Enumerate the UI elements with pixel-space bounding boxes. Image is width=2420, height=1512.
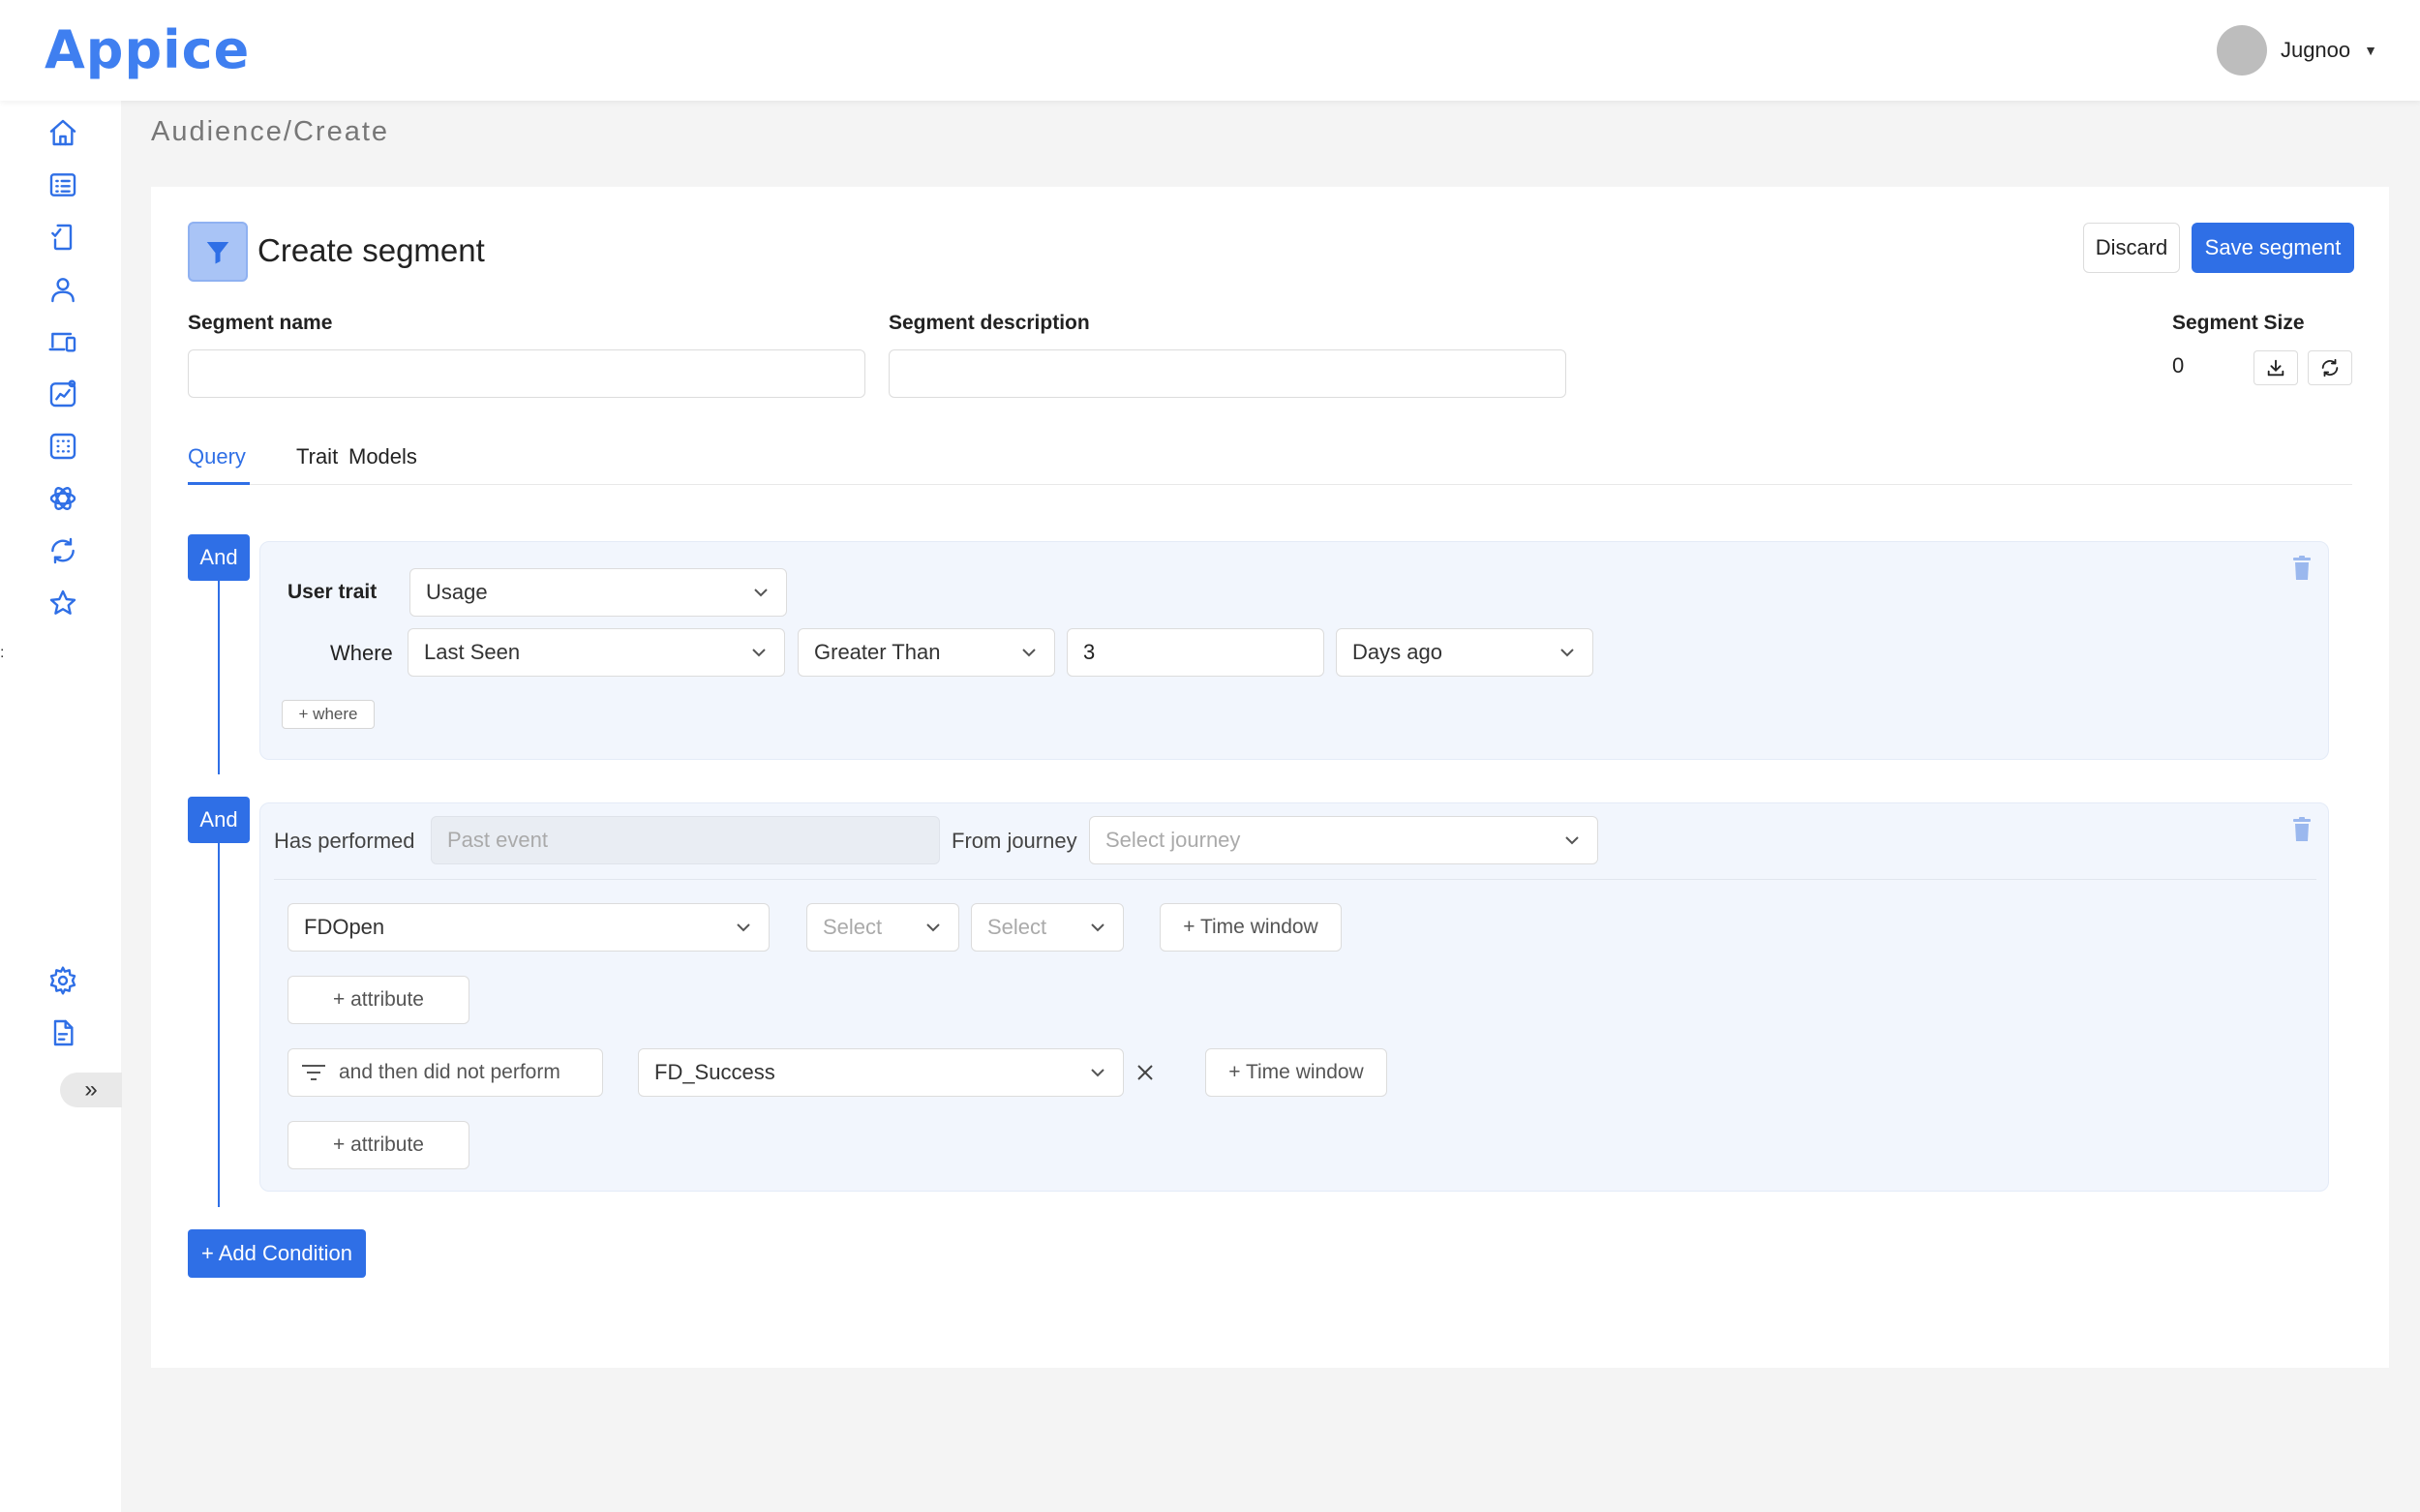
home-icon[interactable] <box>46 116 79 149</box>
event-select[interactable]: FDOpen <box>287 903 770 952</box>
where-operator-value: Greater Than <box>814 640 941 664</box>
add-condition-button[interactable]: + Add Condition <box>188 1229 366 1278</box>
tab-query[interactable]: Query <box>188 444 250 485</box>
chevron-down-icon <box>751 583 771 602</box>
chevron-down-icon <box>1562 831 1582 850</box>
breadcrumb: Audience/Create <box>151 116 390 147</box>
chevron-down-icon <box>923 918 943 937</box>
then-add-attribute-button[interactable]: + attribute <box>287 1121 469 1169</box>
user-trait-value: Usage <box>426 580 488 604</box>
filter-lines-icon <box>300 1062 327 1083</box>
segment-name-label: Segment name <box>188 312 333 334</box>
download-button[interactable] <box>2254 350 2298 385</box>
user-name[interactable]: Jugnoo <box>2281 38 2350 63</box>
star-icon[interactable] <box>46 587 79 620</box>
grid-icon[interactable] <box>46 430 79 463</box>
chevron-down-icon <box>1019 643 1039 662</box>
from-journey-label: From journey <box>952 829 1077 853</box>
then-did-not-perform-button[interactable]: and then did not perform <box>287 1048 603 1097</box>
then-event-select[interactable]: FD_Success <box>638 1048 1124 1097</box>
analytics-icon[interactable] <box>46 378 79 410</box>
user-trait-condition: User trait Usage Where Last Seen Greater… <box>259 541 2329 760</box>
sidebar: » : <box>0 101 122 1512</box>
add-where-button[interactable]: + where <box>282 700 375 729</box>
segment-description-input[interactable] <box>889 349 1566 398</box>
list-icon[interactable] <box>46 168 79 201</box>
journey-placeholder: Select journey <box>1105 828 1241 852</box>
then-did-not-perform-label: and then did not perform <box>339 1061 560 1083</box>
then-time-window-button[interactable]: + Time window <box>1205 1048 1387 1097</box>
where-label: Where <box>330 641 393 665</box>
event-condition: Has performed Past event From journey Se… <box>259 802 2329 1192</box>
sync-icon[interactable] <box>46 534 79 567</box>
has-performed-label: Has performed <box>274 829 415 853</box>
where-value: 3 <box>1083 640 1096 664</box>
chevron-down-icon <box>749 643 769 662</box>
where-unit-select[interactable]: Days ago <box>1336 628 1593 677</box>
tab-models[interactable]: Models <box>348 444 417 485</box>
chevron-down-icon <box>734 918 753 937</box>
gear-icon[interactable] <box>46 964 79 997</box>
close-icon[interactable] <box>1134 1061 1157 1084</box>
segment-description-label: Segment description <box>889 312 1090 334</box>
past-event-placeholder: Past event <box>447 828 548 852</box>
where-operator-select[interactable]: Greater Than <box>798 628 1055 677</box>
where-field-select[interactable]: Last Seen <box>408 628 785 677</box>
save-segment-button[interactable]: Save segment <box>2192 223 2354 273</box>
where-value-input[interactable]: 3 <box>1067 628 1324 677</box>
segment-size-label: Segment Size <box>2172 312 2305 334</box>
chevron-down-icon <box>1088 1063 1107 1082</box>
event-select-1[interactable]: Select <box>806 903 959 952</box>
and-operator-button[interactable]: And <box>188 797 250 843</box>
segment-name-input[interactable] <box>188 349 865 398</box>
event-select-2[interactable]: Select <box>971 903 1124 952</box>
segment-size-value: 0 <box>2172 353 2185 378</box>
divider <box>274 879 2316 880</box>
journey-select[interactable]: Select journey <box>1089 816 1598 864</box>
user-icon[interactable] <box>46 273 79 306</box>
where-unit-value: Days ago <box>1352 640 1442 664</box>
discard-button[interactable]: Discard <box>2083 223 2180 273</box>
add-attribute-button[interactable]: + attribute <box>287 976 469 1024</box>
user-trait-select[interactable]: Usage <box>409 568 787 617</box>
top-bar: Appice Jugnoo ▼ <box>0 0 2420 101</box>
select-1-placeholder: Select <box>823 915 883 939</box>
trash-icon[interactable] <box>2291 556 2313 581</box>
mobile-check-icon[interactable] <box>46 221 79 254</box>
where-field-value: Last Seen <box>424 640 521 664</box>
user-menu[interactable]: Jugnoo ▼ <box>2216 25 2377 76</box>
trash-icon[interactable] <box>2291 817 2313 842</box>
select-2-placeholder: Select <box>987 915 1047 939</box>
caret-down-icon[interactable]: ▼ <box>2364 43 2377 58</box>
then-event-value: FD_Success <box>654 1060 775 1084</box>
filter-icon <box>188 222 248 282</box>
condition-connector <box>218 843 220 1207</box>
app-logo[interactable]: Appice <box>45 19 250 80</box>
user-trait-label: User trait <box>287 581 378 603</box>
event-value: FDOpen <box>304 915 385 939</box>
condition-connector <box>218 581 220 774</box>
past-event-field: Past event <box>431 816 940 864</box>
tab-trait[interactable]: Trait <box>296 444 338 485</box>
tab-bar: Query Trait Models <box>188 444 2352 485</box>
atom-icon[interactable] <box>46 482 79 515</box>
document-icon[interactable] <box>46 1016 79 1049</box>
segment-card: Create segment Discard Save segment Segm… <box>151 187 2389 1368</box>
refresh-button[interactable] <box>2308 350 2352 385</box>
download-icon <box>2267 359 2284 377</box>
chevron-down-icon <box>1558 643 1577 662</box>
and-operator-button[interactable]: And <box>188 534 250 581</box>
page-title: Create segment <box>257 232 485 268</box>
chevron-down-icon <box>1088 918 1107 937</box>
time-window-button[interactable]: + Time window <box>1160 903 1342 952</box>
refresh-icon <box>2321 358 2339 378</box>
avatar[interactable] <box>2216 25 2267 76</box>
sidebar-expand-button[interactable]: » <box>60 1073 122 1107</box>
edge-marker: : <box>0 645 5 661</box>
devices-icon[interactable] <box>46 325 79 358</box>
